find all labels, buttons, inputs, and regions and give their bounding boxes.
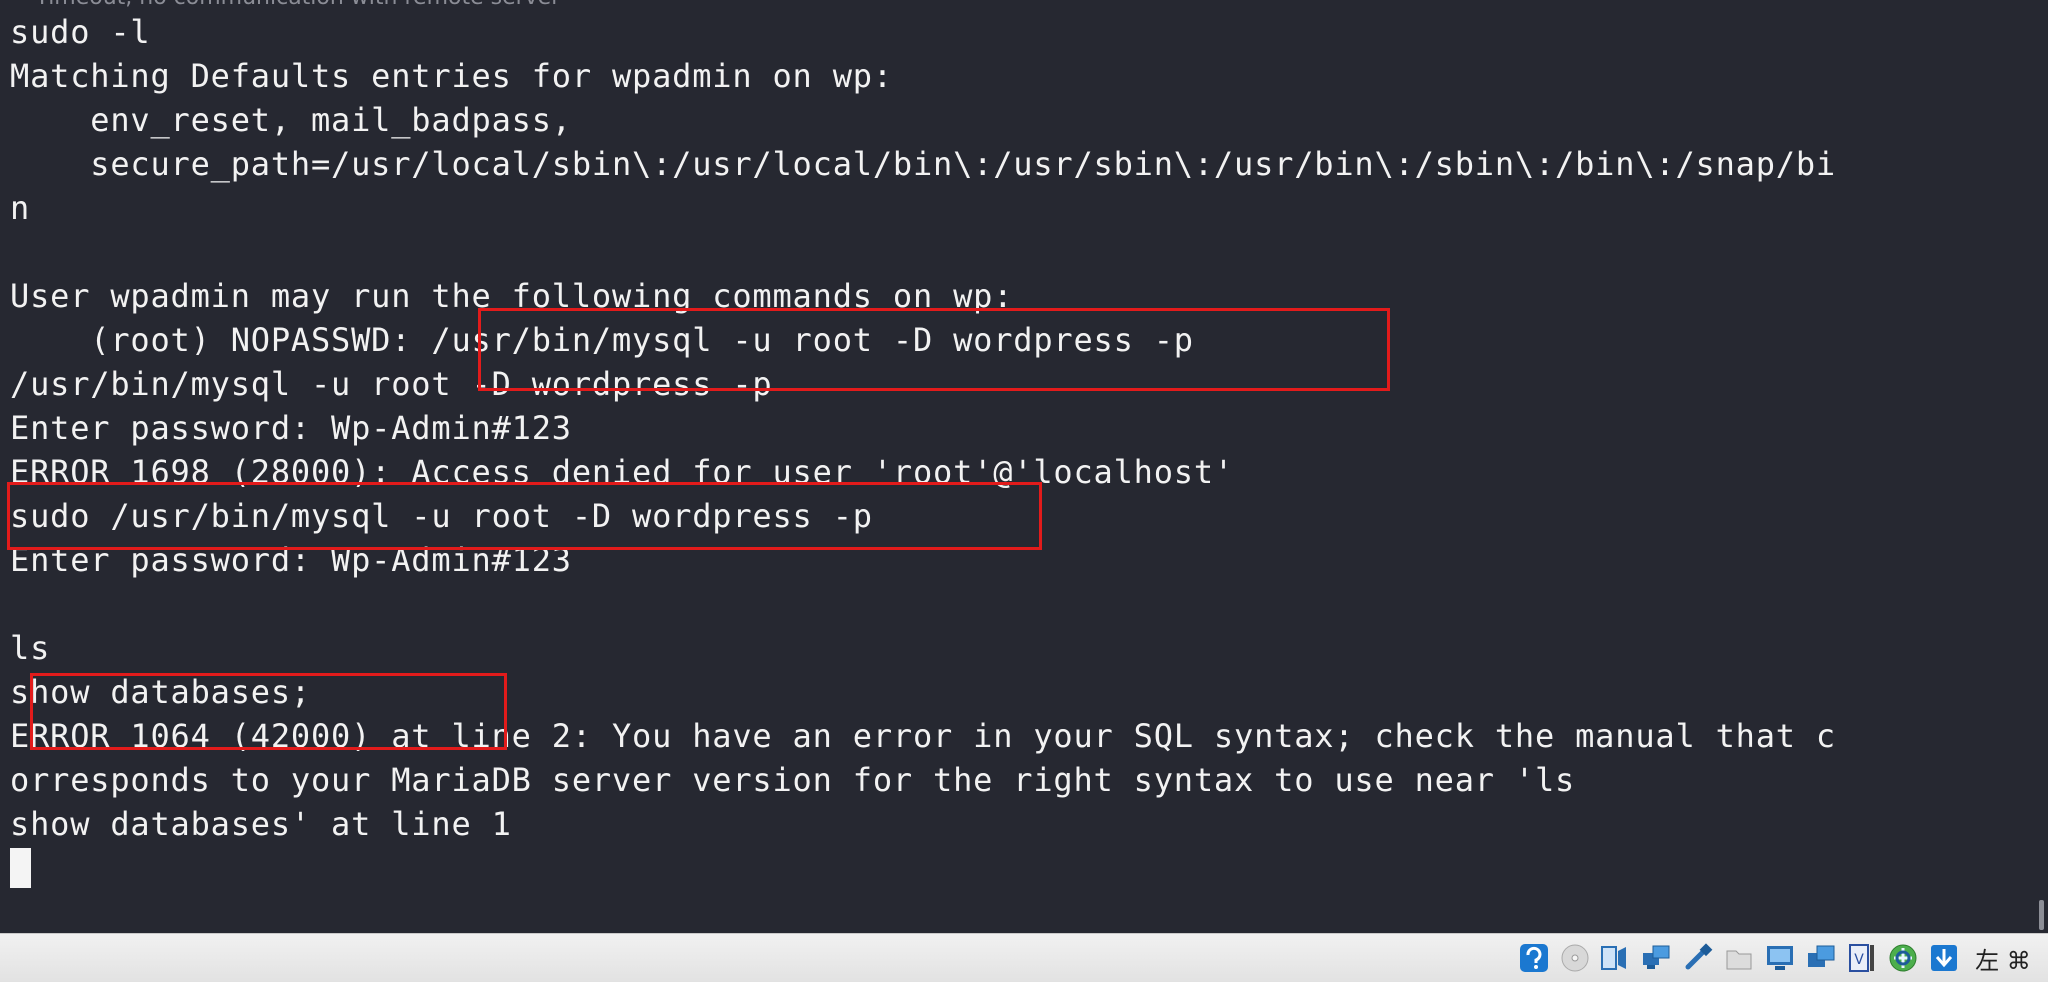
arrow-down-icon[interactable]: [1927, 941, 1961, 975]
terminal-line: orresponds to your MariaDB server versio…: [10, 761, 1576, 799]
terminal-line: show databases' at line 1: [10, 805, 512, 843]
highlight-box-sudo-mysql: [7, 482, 1042, 550]
terminal-line: secure_path=/usr/local/sbin\:/usr/local/…: [10, 145, 1836, 183]
svg-text:V: V: [1854, 952, 1864, 968]
terminal-window[interactable]: ~ Timeout, no communication with remote …: [0, 0, 2048, 933]
terminal-line: ls: [10, 629, 51, 667]
help-icon[interactable]: [1517, 941, 1551, 975]
highlight-box-show-databases: [30, 673, 507, 750]
display-icon[interactable]: [1763, 941, 1797, 975]
terminal-line: n: [10, 189, 31, 227]
terminal-cursor: [10, 848, 31, 888]
optical-disc-icon[interactable]: [1558, 941, 1592, 975]
vm-status-bar: V 左 ⌘: [0, 933, 2048, 982]
video-capture-icon[interactable]: V: [1845, 941, 1879, 975]
terminal-line: Matching Defaults entries for wpadmin on…: [10, 57, 893, 95]
snapshot-icon[interactable]: [1804, 941, 1838, 975]
terminal-line: sudo -l: [10, 13, 151, 51]
terminal-line: Enter password: Wp-Admin#123: [10, 409, 572, 447]
network-icon[interactable]: [1640, 941, 1674, 975]
status-icons: V 左 ⌘: [1517, 940, 2038, 976]
scrollbar-thumb[interactable]: [2039, 900, 2044, 930]
cpu-activity-icon[interactable]: [1886, 941, 1920, 975]
usb-icon[interactable]: [1681, 941, 1715, 975]
highlight-box-nopasswd-command: [478, 308, 1390, 391]
audio-icon[interactable]: [1599, 941, 1633, 975]
terminal-line: env_reset, mail_badpass,: [10, 101, 572, 139]
host-key-label: 左 ⌘: [1975, 946, 2031, 975]
shared-folder-icon[interactable]: [1722, 941, 1756, 975]
